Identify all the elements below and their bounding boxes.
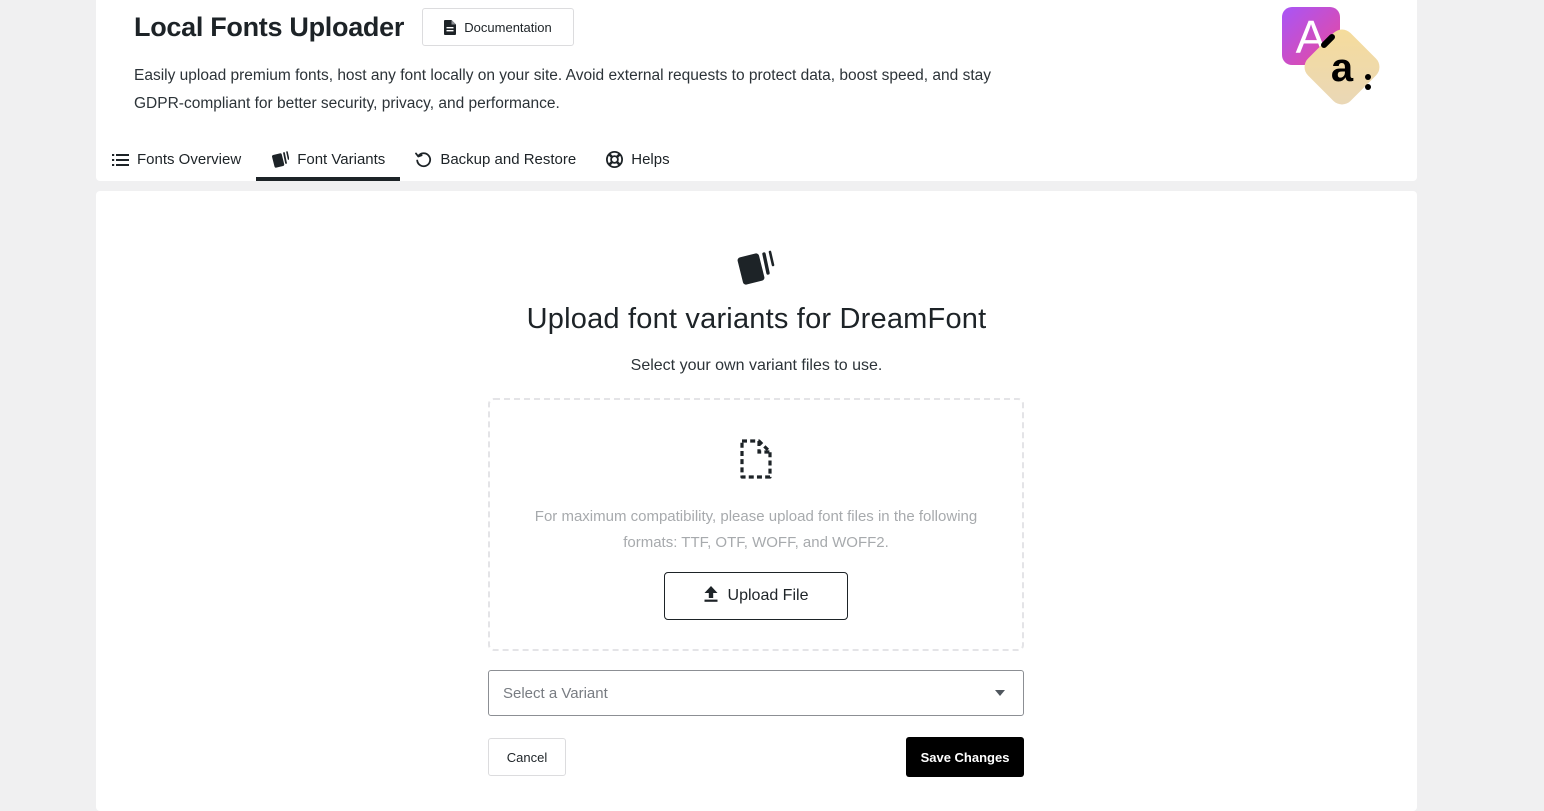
tab-label: Font Variants [297,151,386,168]
lifebuoy-icon [606,151,624,168]
document-icon [444,19,457,35]
tab-font-variants[interactable]: Font Variants [256,138,401,181]
caret-down-icon [995,690,1005,696]
upload-subtitle: Select your own variant files to use. [630,357,883,374]
upload-icon [704,585,718,607]
upload-file-button[interactable]: Upload File [664,572,848,620]
variant-select[interactable]: Select a Variant [488,670,1024,716]
tab-helps[interactable]: Helps [591,138,684,181]
format-hint-line-2: formats: TTF, OTF, WOFF, and WOFF2. [623,534,889,551]
tab-fonts-overview[interactable]: Fonts Overview [96,138,256,181]
tab-label: Fonts Overview [137,151,242,168]
title-row: Local Fonts Uploader Documentation [134,8,575,46]
logo-letter-a-lower: a [1331,46,1354,90]
font-variants-icon [736,249,776,292]
list-icon [112,153,129,167]
header-card: Local Fonts Uploader Documentation Easil… [96,0,1417,181]
file-dropzone[interactable]: For maximum compatibility, please upload… [488,398,1024,651]
format-hint: For maximum compatibility, please upload… [520,504,992,556]
restore-icon [415,151,432,168]
cards-icon [271,151,290,168]
upload-heading: Upload font variants for DreamFont [526,303,987,335]
variant-select-placeholder: Select a Variant [503,684,608,702]
plugin-logo: A a [1282,7,1382,107]
dashed-file-icon [739,438,773,485]
save-changes-button[interactable]: Save Changes [906,737,1024,777]
format-hint-line-1: For maximum compatibility, please upload… [534,508,978,525]
tab-backup-and-restore[interactable]: Backup and Restore [400,138,591,181]
description-line-2: GDPR-compliant for better security, priv… [134,95,560,112]
page-title: Local Fonts Uploader [134,11,405,42]
documentation-label: Documentation [464,19,552,35]
upload-file-label: Upload File [727,587,809,604]
tab-label: Backup and Restore [440,151,577,168]
tab-label: Helps [631,151,670,168]
upload-variants-card: Upload font variants for DreamFont Selec… [96,191,1417,811]
description-line-1: Easily upload premium fonts, host any fo… [134,67,992,84]
tab-bar: Fonts Overview Font Variants Backup and … [96,138,685,181]
plugin-description: Easily upload premium fonts, host any fo… [134,62,1054,118]
documentation-button[interactable]: Documentation [422,8,575,46]
cancel-button[interactable]: Cancel [488,738,566,776]
